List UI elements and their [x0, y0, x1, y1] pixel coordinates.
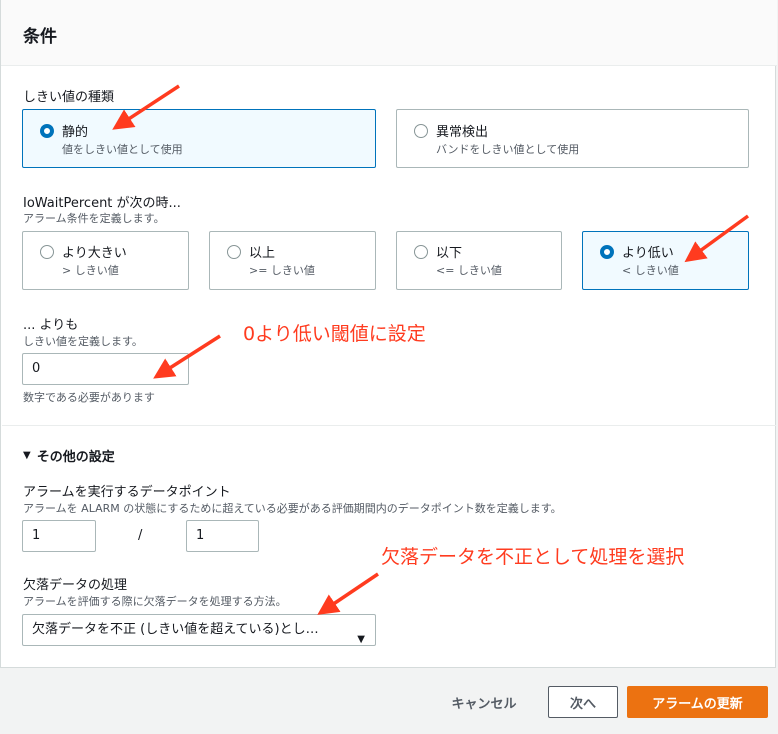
arrow-to-threshold-input: [153, 334, 221, 379]
arrow-to-missing-select: [317, 572, 379, 615]
arrow-to-static: [112, 84, 180, 130]
annotation-arrows: [112, 84, 750, 615]
next-button[interactable]: 次へ: [548, 686, 618, 718]
update-alarm-button[interactable]: アラームの更新: [627, 686, 768, 718]
cancel-button[interactable]: キャンセル: [440, 686, 528, 718]
arrow-to-lower: [684, 214, 750, 263]
